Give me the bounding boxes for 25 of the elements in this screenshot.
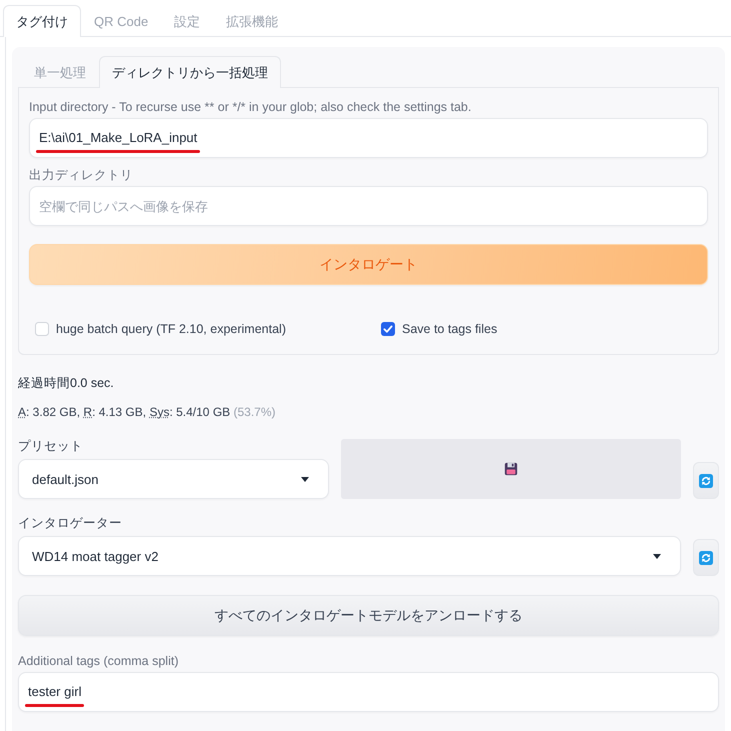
field-label: 出力ディレクトリ <box>29 167 134 184</box>
refresh-icon <box>699 474 713 488</box>
input-field[interactable]: E:\ai\01_Make_LoRA_input <box>29 118 708 158</box>
refresh-icon <box>699 550 713 564</box>
checkbox-label: huge batch query (TF 2.10, experimental) <box>56 322 286 336</box>
checkbox[interactable] <box>381 322 395 336</box>
input-field[interactable]: 空欄で同じパスへ画像を保存 <box>29 186 708 226</box>
dropdown[interactable]: default.json <box>18 459 329 499</box>
tab[interactable]: ディレクトリから一括処理 <box>99 56 281 88</box>
field-label: プリセット <box>18 438 84 455</box>
tab[interactable]: タグ付け <box>3 5 81 37</box>
checkbox[interactable] <box>35 322 49 336</box>
unload-models-button[interactable]: すべてのインタロゲートモデルをアンロードする <box>18 595 719 636</box>
field-label: Input directory - To recurse use ** or */* in your glob; also check the settings tab. <box>29 99 472 116</box>
field-label: Additional tags (comma split) <box>18 653 180 670</box>
refresh-button[interactable] <box>693 462 719 499</box>
field-label: インタロゲーター <box>18 515 123 532</box>
memory-usage: A: 3.82 GB, R: 4.13 GB, Sys: 5.4/10 GB (53.7%) <box>18 404 277 421</box>
caret-icon <box>653 554 661 558</box>
input-field[interactable]: tester girl <box>18 672 719 712</box>
elapsed-time: 経過時間0.0 sec. <box>18 375 115 392</box>
dropdown[interactable]: WD14 moat tagger v2 <box>18 536 681 576</box>
refresh-button[interactable] <box>693 539 719 576</box>
checkbox-label: Save to tags files <box>402 322 498 336</box>
caret-icon <box>301 476 309 482</box>
